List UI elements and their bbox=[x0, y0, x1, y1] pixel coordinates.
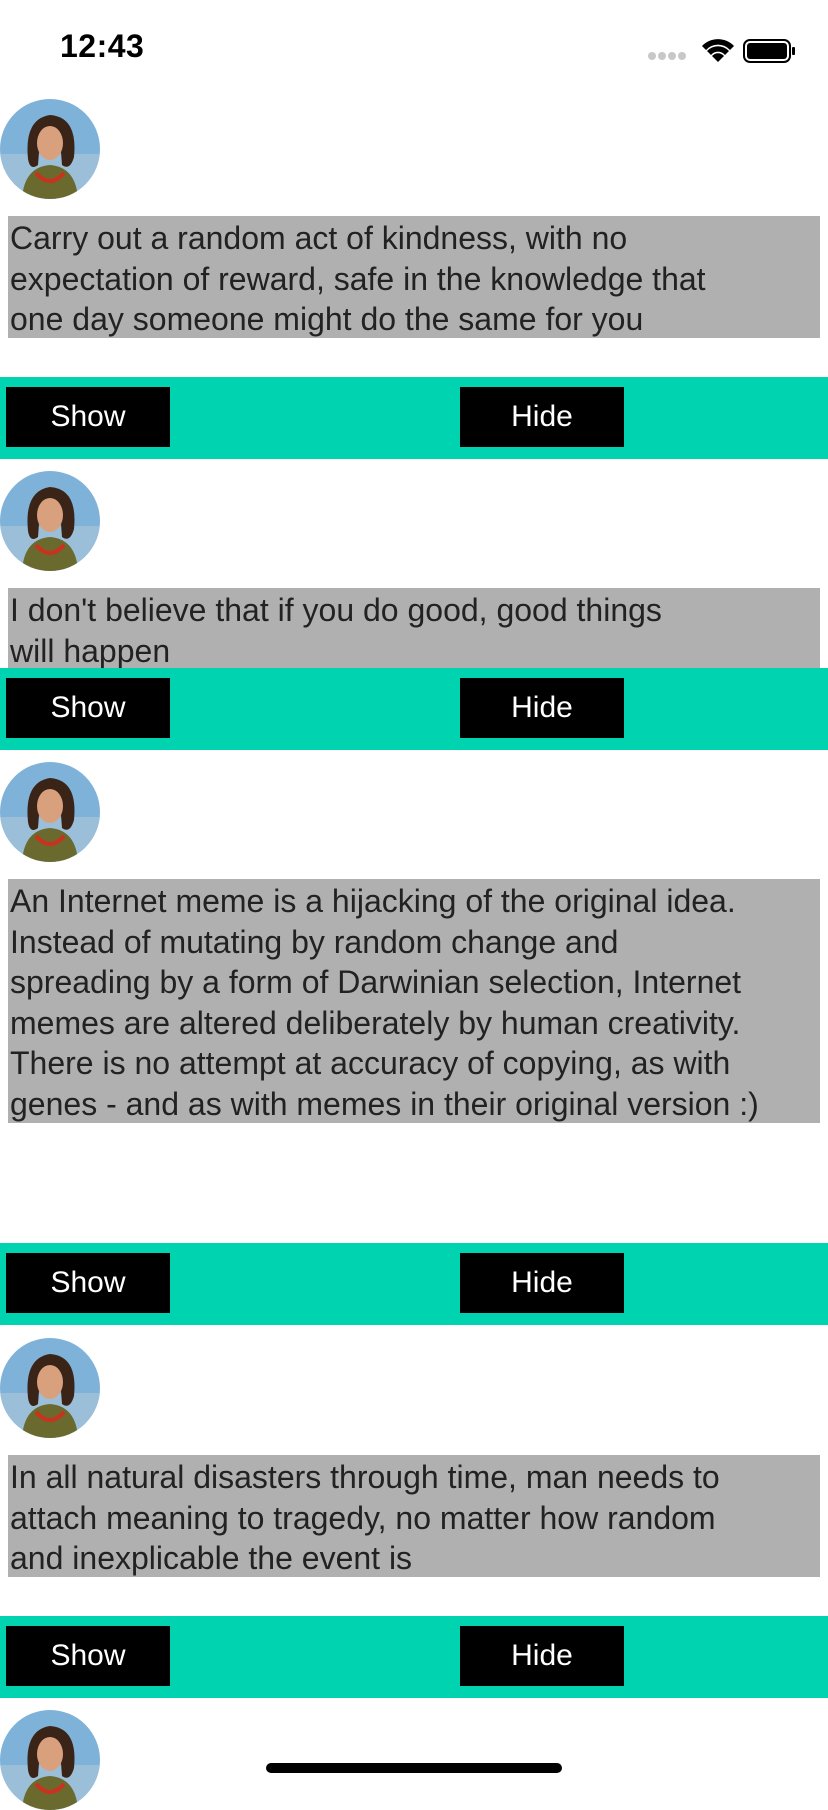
avatar bbox=[0, 1710, 100, 1810]
show-button[interactable]: Show bbox=[6, 1626, 170, 1686]
avatar-image bbox=[0, 99, 100, 199]
button-bar: Show Hide bbox=[0, 377, 828, 459]
hide-button[interactable]: Hide bbox=[460, 678, 624, 738]
hide-button[interactable]: Hide bbox=[460, 387, 624, 447]
show-button[interactable]: Show bbox=[6, 1253, 170, 1313]
quote-text: I don't believe that if you do good, goo… bbox=[8, 588, 820, 670]
show-button[interactable]: Show bbox=[6, 678, 170, 738]
avatar bbox=[0, 762, 100, 862]
show-button[interactable]: Show bbox=[6, 387, 170, 447]
avatar bbox=[0, 471, 100, 571]
button-bar: Show Hide bbox=[0, 668, 828, 750]
quote-text: In all natural disasters through time, m… bbox=[8, 1455, 820, 1577]
avatar bbox=[0, 1338, 100, 1438]
button-bar: Show Hide bbox=[0, 1616, 828, 1698]
hide-button[interactable]: Hide bbox=[460, 1253, 624, 1313]
quote-feed[interactable]: Carry out a random act of kindness, with… bbox=[0, 0, 828, 1810]
avatar-image bbox=[0, 762, 100, 862]
avatar-image bbox=[0, 471, 100, 571]
hide-button[interactable]: Hide bbox=[460, 1626, 624, 1686]
quote-text: An Internet meme is a hijacking of the o… bbox=[8, 879, 820, 1123]
home-indicator[interactable] bbox=[266, 1763, 562, 1773]
avatar-image bbox=[0, 1710, 100, 1810]
button-bar: Show Hide bbox=[0, 1243, 828, 1325]
quote-text: Carry out a random act of kindness, with… bbox=[8, 216, 820, 338]
avatar-image bbox=[0, 1338, 100, 1438]
avatar bbox=[0, 99, 100, 199]
